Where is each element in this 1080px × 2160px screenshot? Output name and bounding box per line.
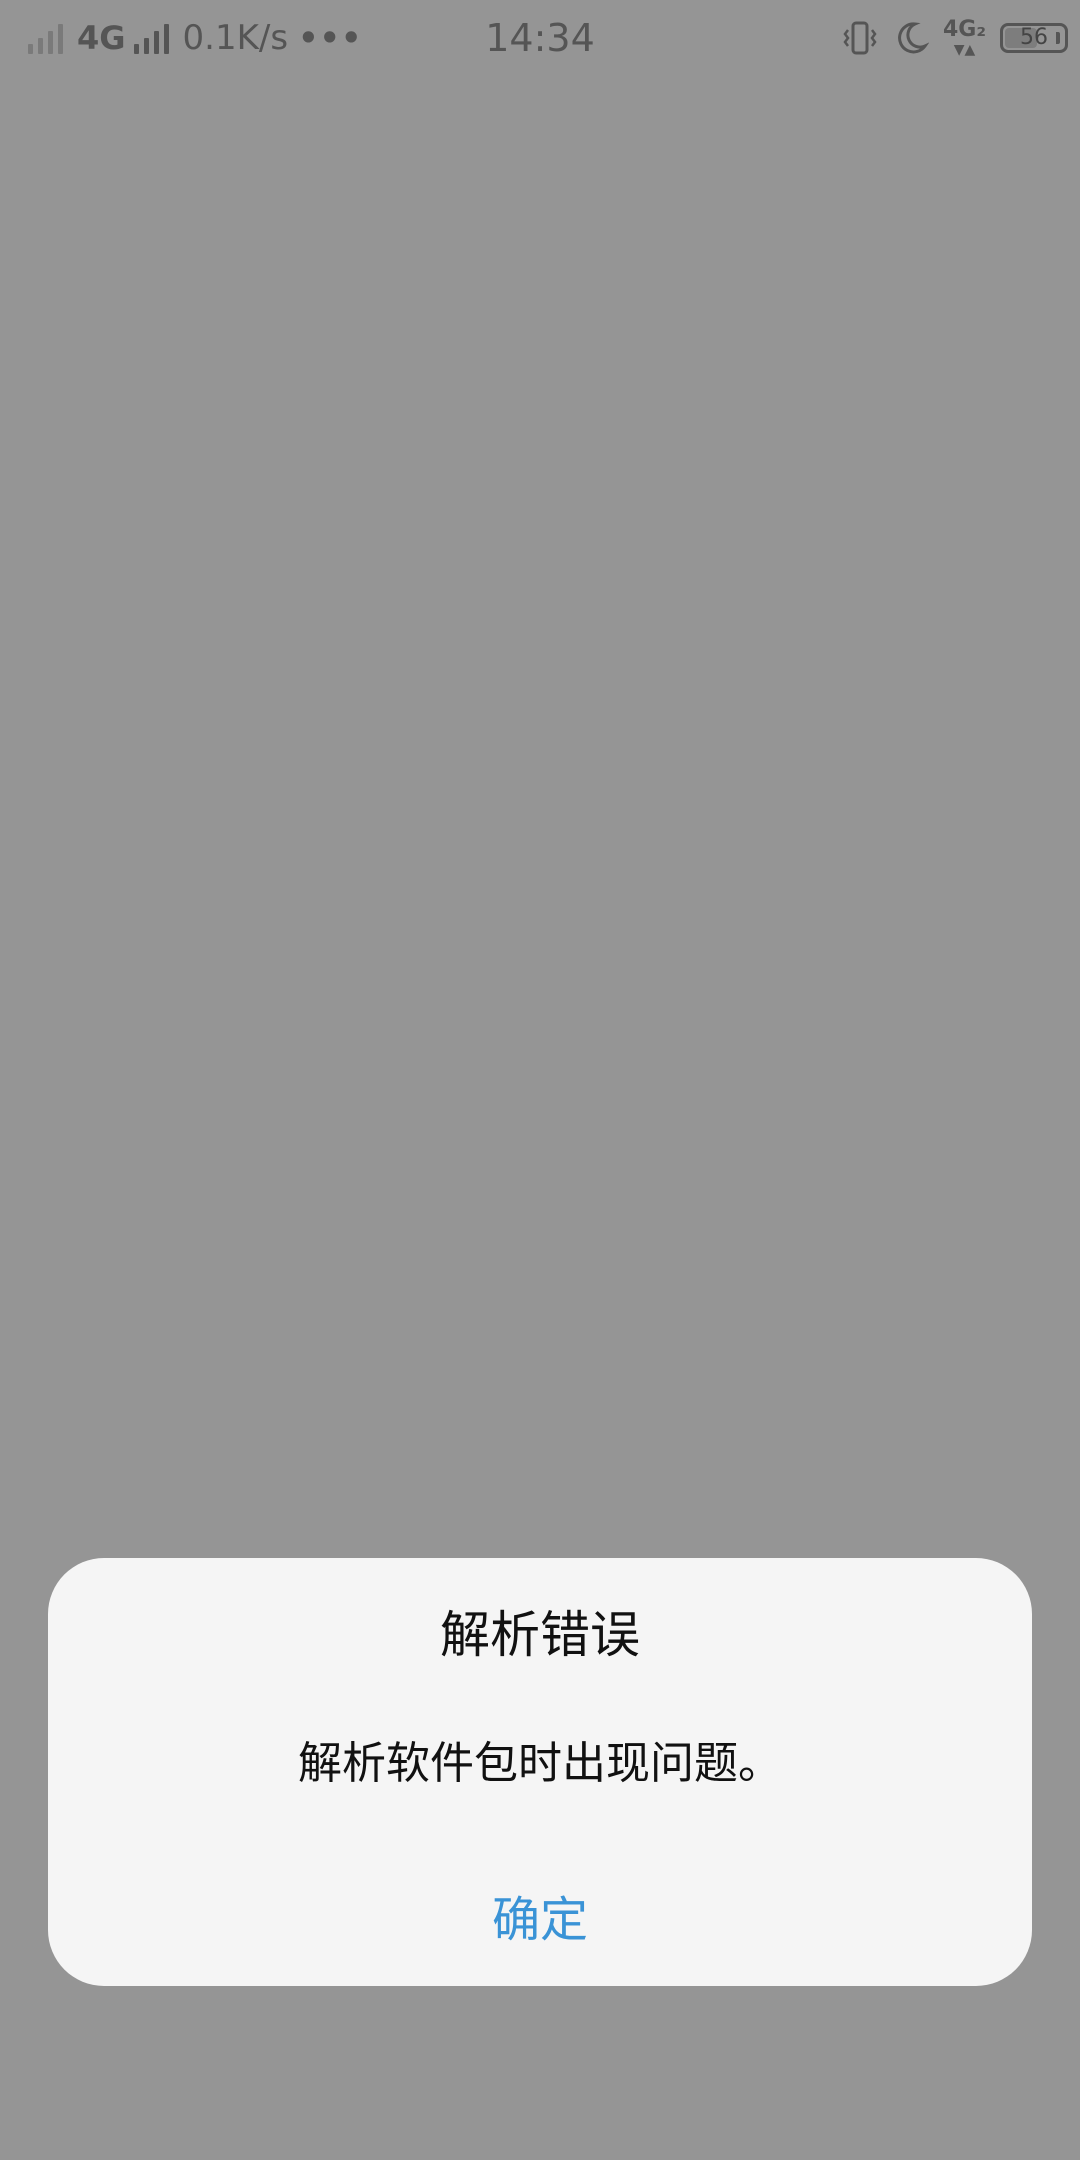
dialog-title: 解析错误	[440, 1606, 640, 1664]
battery-icon: 56	[1000, 23, 1068, 53]
status-bar: 4G 0.1K/s ••• 14:34 4G₂ ▼▲ 56	[0, 0, 1080, 76]
do-not-disturb-moon-icon	[893, 20, 929, 56]
vibrate-icon	[841, 19, 879, 57]
data-arrows-icon: 4G₂ ▼▲	[942, 17, 986, 58]
error-dialog: 解析错误 解析软件包时出现问题。 确定	[48, 1558, 1032, 1986]
dialog-message: 解析软件包时出现问题。	[298, 1738, 782, 1789]
confirm-button[interactable]: 确定	[388, 1880, 692, 1960]
status-bar-right: 4G₂ ▼▲ 56	[841, 14, 1068, 62]
secondary-network-label: 4G₂	[942, 17, 986, 42]
battery-level: 56	[1020, 25, 1048, 50]
